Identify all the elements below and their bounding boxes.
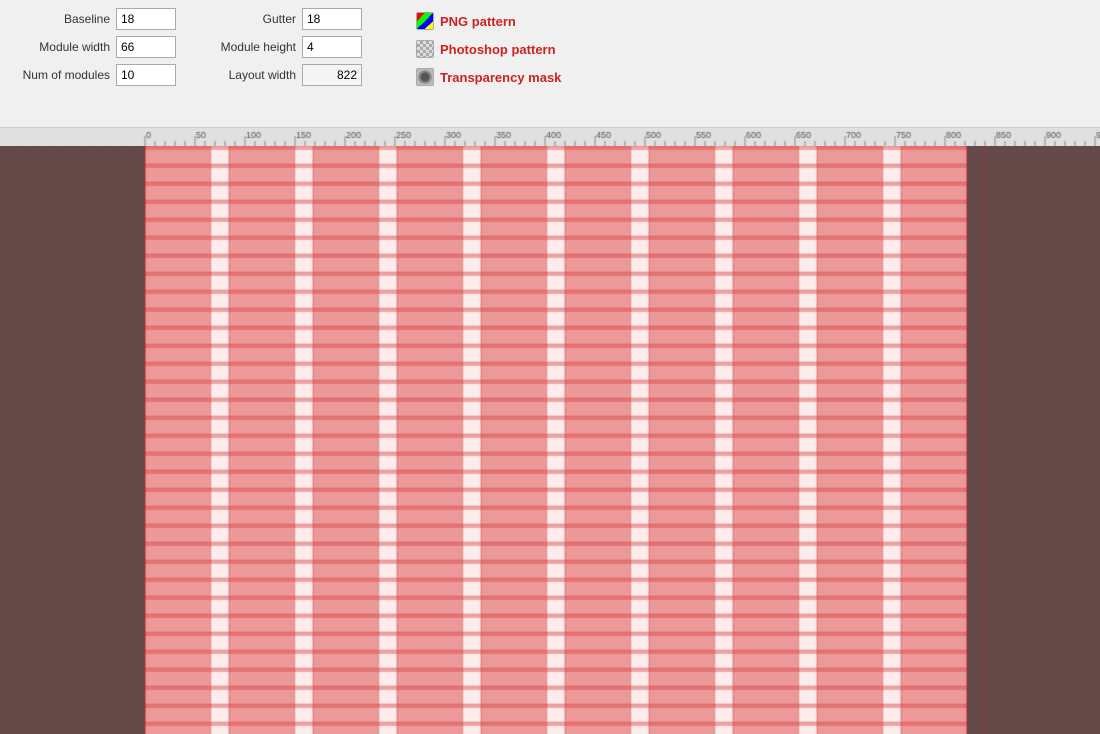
baseline-input[interactable] xyxy=(116,8,176,30)
layout-width-label: Layout width xyxy=(206,68,296,82)
module-width-input[interactable] xyxy=(116,36,176,58)
png-pattern-button[interactable]: PNG pattern xyxy=(412,10,565,32)
module-width-row: Module width xyxy=(20,36,176,58)
gutter-label: Gutter xyxy=(206,12,296,26)
photoshop-icon xyxy=(416,40,434,58)
layout-width-input[interactable] xyxy=(302,64,362,86)
num-modules-label: Num of modules xyxy=(20,68,110,82)
module-width-label: Module width xyxy=(20,40,110,54)
baseline-label: Baseline xyxy=(20,12,110,26)
module-height-input[interactable] xyxy=(302,36,362,58)
layout-width-row: Layout width xyxy=(206,64,362,86)
num-modules-input[interactable] xyxy=(116,64,176,86)
controls-bar: Baseline Module width Num of modules Gut… xyxy=(0,0,1100,128)
left-control-group: Baseline Module width Num of modules xyxy=(20,8,176,86)
grid-canvas xyxy=(0,146,1100,734)
middle-control-group: Gutter Module height Layout width xyxy=(206,8,362,86)
png-icon xyxy=(416,12,434,30)
num-modules-row: Num of modules xyxy=(20,64,176,86)
module-height-row: Module height xyxy=(206,36,362,58)
png-pattern-label: PNG pattern xyxy=(440,14,516,29)
photoshop-pattern-button[interactable]: Photoshop pattern xyxy=(412,38,565,60)
pattern-button-group: PNG pattern Photoshop pattern Transparen… xyxy=(412,8,565,88)
ruler xyxy=(0,128,1100,146)
module-height-label: Module height xyxy=(206,40,296,54)
transparency-mask-label: Transparency mask xyxy=(440,70,561,85)
gutter-input[interactable] xyxy=(302,8,362,30)
photoshop-pattern-label: Photoshop pattern xyxy=(440,42,556,57)
canvas-area xyxy=(0,128,1100,734)
transparency-icon xyxy=(416,68,434,86)
transparency-mask-button[interactable]: Transparency mask xyxy=(412,66,565,88)
baseline-row: Baseline xyxy=(20,8,176,30)
gutter-row: Gutter xyxy=(206,8,362,30)
